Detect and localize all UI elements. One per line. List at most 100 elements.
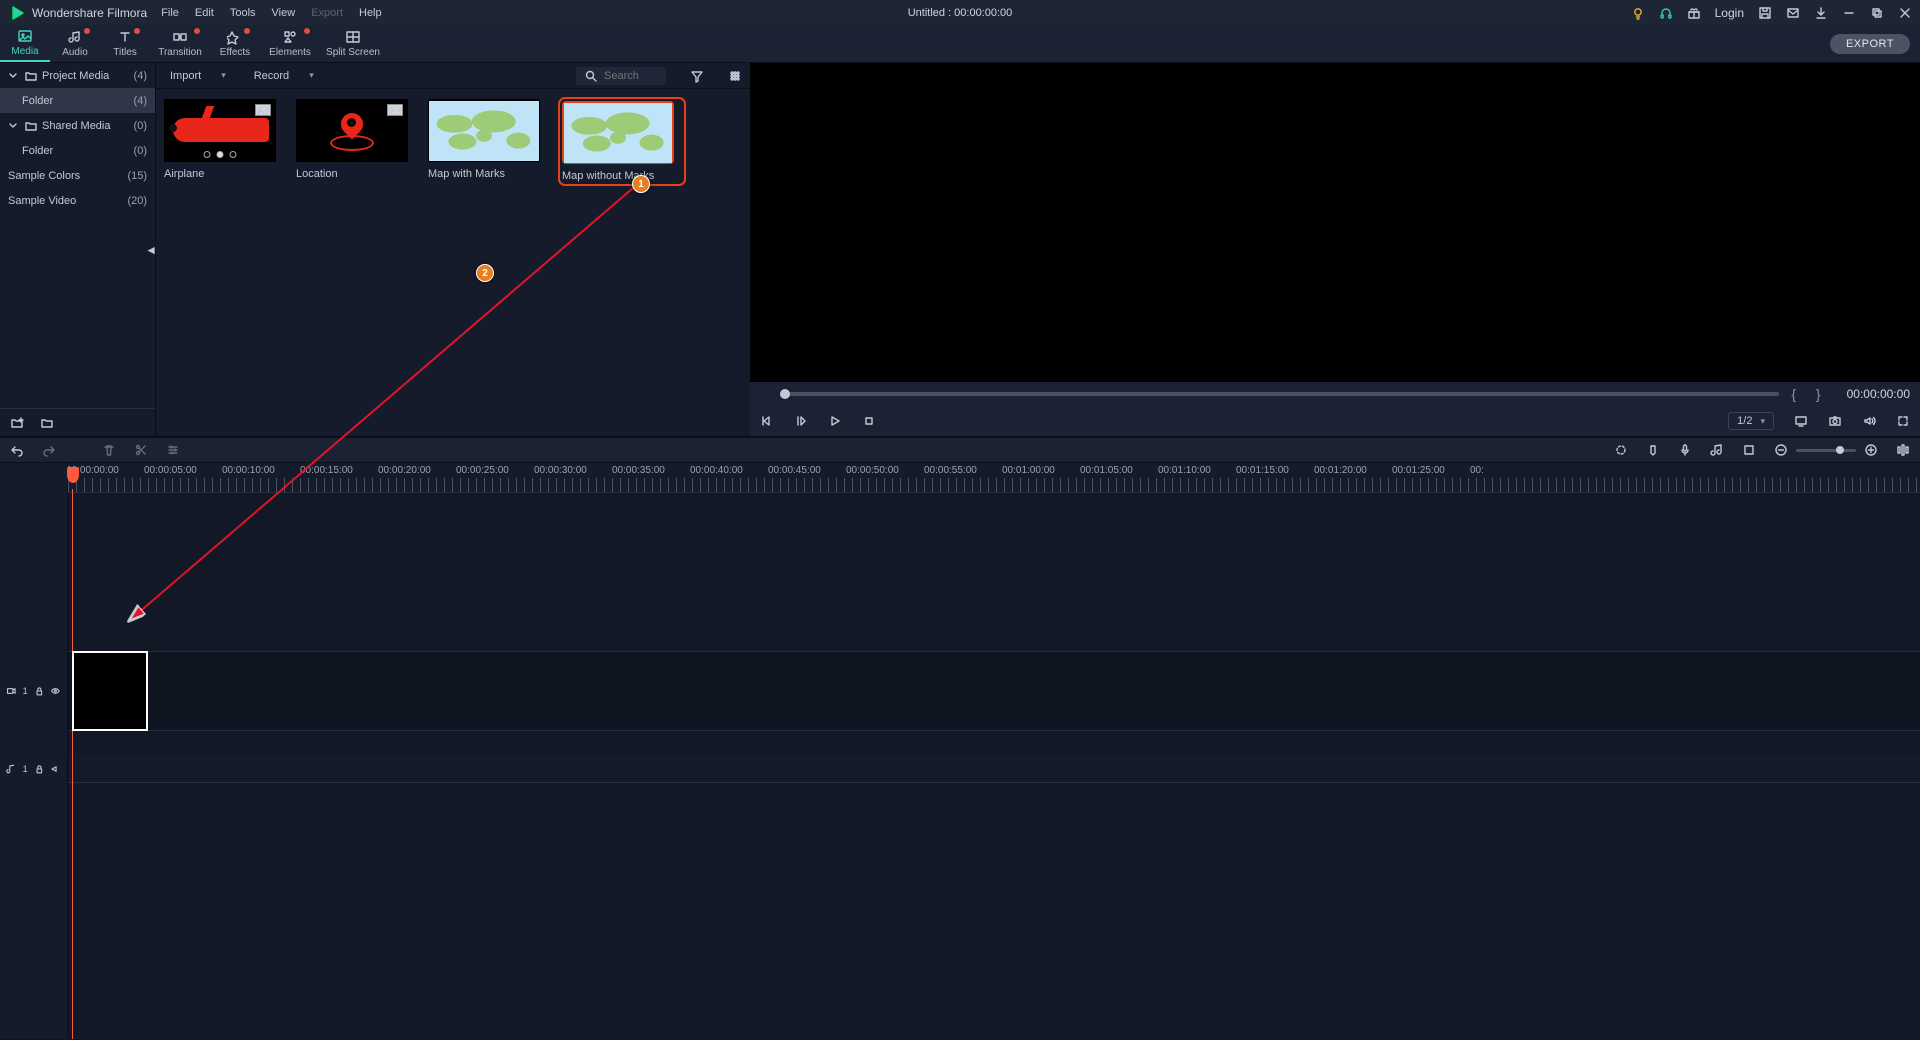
media-thumb-map-marks[interactable]: Map with Marks [428,99,548,184]
marker-icon[interactable] [1646,443,1660,457]
preview-quality-dropdown[interactable]: 1/2▾ [1728,412,1774,430]
download-icon[interactable] [1814,6,1828,20]
adjust-icon[interactable] [166,443,180,457]
media-thumb-map-marks-label: Map with Marks [428,168,548,180]
import-dropdown[interactable]: Import▾ [164,68,232,84]
mute-icon[interactable] [50,762,61,776]
sidebar-shared-media[interactable]: Shared Media (0) [0,113,155,138]
menu-file[interactable]: File [161,7,179,19]
search-box[interactable] [576,67,666,85]
export-button[interactable]: EXPORT [1830,34,1910,54]
tab-media-label: Media [11,46,38,57]
split-icon[interactable] [134,443,148,457]
tab-titles-label: Titles [113,47,137,58]
media-thumb-location[interactable]: Location [296,99,416,184]
audio-mixer-icon[interactable] [1710,443,1724,457]
record-dropdown[interactable]: Record▾ [248,68,320,84]
gift-icon[interactable] [1687,6,1701,20]
window-minimize-icon[interactable] [1842,6,1856,20]
login-button[interactable]: Login [1715,6,1744,20]
new-folder-icon[interactable] [10,416,24,430]
media-thumb-map-nomarks-label: Map without Marks [562,170,682,182]
crop-icon[interactable] [1742,443,1756,457]
menu-tools[interactable]: Tools [230,7,256,19]
tab-splitscreen[interactable]: Split Screen [320,25,386,62]
sidebar-sample-colors-label: Sample Colors [8,170,80,182]
filter-icon[interactable] [690,69,704,83]
media-thumb-airplane[interactable]: Airplane [164,99,284,184]
stop-icon[interactable] [862,414,876,428]
preview-viewport[interactable] [750,63,1920,382]
sidebar-folder-2[interactable]: Folder (0) [0,138,155,163]
sidebar-sample-colors[interactable]: Sample Colors (15) [0,163,155,188]
search-input[interactable] [604,70,658,82]
snapshot-icon[interactable] [1828,414,1842,428]
grid-view-icon[interactable] [728,69,742,83]
render-icon[interactable] [1614,443,1628,457]
ruler-mark: 00:00:25:00 [456,465,509,476]
delete-icon[interactable] [102,443,116,457]
undo-icon[interactable] [10,443,24,457]
zoom-fit-icon[interactable] [1896,443,1910,457]
visibility-icon[interactable] [50,684,61,698]
window-maximize-icon[interactable] [1870,6,1884,20]
tab-transition[interactable]: Transition [150,25,210,62]
step-back-icon[interactable] [760,414,774,428]
display-icon[interactable] [1794,414,1808,428]
fullscreen-icon[interactable] [1896,414,1910,428]
tab-media[interactable]: Media [0,25,50,62]
preview-timecode: 00:00:00:00 [1847,387,1910,401]
lightbulb-icon[interactable] [1631,6,1645,20]
mark-in-out-icon[interactable]: { } [1791,386,1828,402]
playhead-handle-icon[interactable] [67,467,79,483]
lock-icon[interactable] [34,762,45,776]
lock-icon[interactable] [34,684,45,698]
tab-audio[interactable]: Audio [50,25,100,62]
ruler-mark: 00:01:05:00 [1080,465,1133,476]
mail-icon[interactable] [1786,6,1800,20]
volume-icon[interactable] [1862,414,1876,428]
voiceover-icon[interactable] [1678,443,1692,457]
tab-transition-label: Transition [158,47,202,58]
tab-elements-label: Elements [269,47,311,58]
tab-titles[interactable]: Titles [100,25,150,62]
menu-help[interactable]: Help [359,7,382,19]
timeline-drop-placeholder[interactable] [72,651,148,731]
play-icon[interactable] [828,414,842,428]
sidebar-project-media[interactable]: Project Media (4) [0,63,155,88]
menu-edit[interactable]: Edit [195,7,214,19]
menu-view[interactable]: View [272,7,296,19]
zoom-out-icon[interactable] [1774,443,1788,457]
sidebar-sample-video[interactable]: Sample Video (20) [0,188,155,213]
timeline-ruler[interactable]: 00:00:00:0000:00:05:0000:00:10:0000:00:1… [68,463,1920,493]
ruler-mark: 00:00:05:00 [144,465,197,476]
sidebar-folder-1[interactable]: Folder (4) [0,88,155,113]
sidebar-sample-video-count: (20) [127,195,147,207]
sidebar-sample-colors-count: (15) [127,170,147,182]
redo-icon[interactable] [42,443,56,457]
headphones-icon[interactable] [1659,6,1673,20]
timeline-tracks[interactable] [68,493,1920,1039]
window-close-icon[interactable] [1898,6,1912,20]
folder-icon [24,119,38,133]
window-title: Untitled : 00:00:00:00 [908,7,1013,19]
tab-effects-label: Effects [220,47,250,58]
menu-export[interactable]: Export [311,7,343,19]
zoom-slider[interactable] [1796,449,1856,452]
ruler-mark: 00:01:00:00 [1002,465,1055,476]
folder-open-icon[interactable] [40,416,54,430]
media-thumb-map-nomarks[interactable]: Map without Marks [560,99,684,184]
frame-forward-icon[interactable] [794,414,808,428]
timeline-toolbar [0,437,1920,463]
ruler-mark: 00:00:15:00 [300,465,353,476]
save-icon[interactable] [1758,6,1772,20]
audio-track-lane[interactable] [68,755,1920,783]
zoom-in-icon[interactable] [1864,443,1878,457]
video-track-lane[interactable] [68,651,1920,731]
audio-track-icon [6,762,17,776]
ruler-mark: 00:00:55:00 [924,465,977,476]
preview-scrubber[interactable] [780,392,1779,396]
tab-effects[interactable]: Effects [210,25,260,62]
tab-elements[interactable]: Elements [260,25,320,62]
playhead[interactable] [72,489,73,1039]
